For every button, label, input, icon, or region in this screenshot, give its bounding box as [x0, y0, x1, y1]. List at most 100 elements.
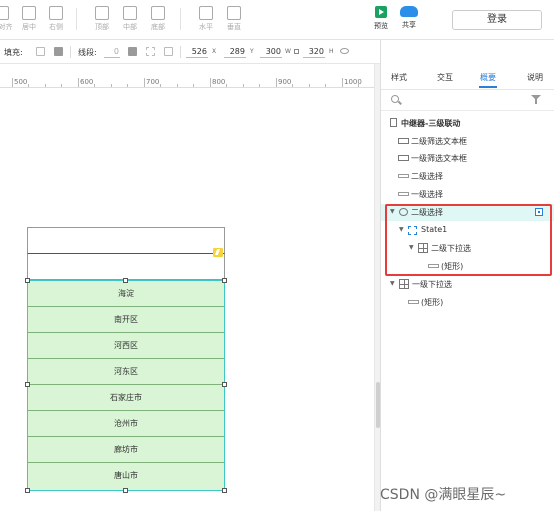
outline-item[interactable]: ▼ 一级下拉选 [381, 276, 554, 293]
dropdown-item[interactable]: 河东区 [28, 359, 224, 385]
align-left-label: 左对齐 [0, 23, 13, 31]
resize-handle[interactable] [222, 382, 227, 387]
resize-handle[interactable] [25, 382, 30, 387]
resize-handle[interactable] [222, 488, 227, 493]
align-right-icon [49, 6, 63, 20]
outline-item[interactable]: 一级选择 [381, 186, 554, 203]
propbar-divider [70, 46, 71, 58]
align-center-button[interactable]: 居中 [17, 6, 41, 32]
dropdown-item[interactable]: 南开区 [28, 307, 224, 333]
align-left-button[interactable]: 左对齐 [0, 6, 14, 32]
outline-item[interactable]: 二级选择 [381, 168, 554, 185]
ruler-tick [78, 78, 79, 87]
lock-ratio-icon[interactable] [294, 49, 299, 54]
ruler-tick [292, 84, 293, 87]
top-toolbar: 左对齐 居中 右侧 顶部 中部 底部 水平 垂直 预览 共享 登录 [0, 0, 554, 40]
width-input[interactable] [260, 45, 282, 58]
align-middle-label: 中部 [123, 23, 137, 31]
active-tab-indicator [479, 86, 497, 88]
share-button[interactable]: 共享 [396, 6, 422, 30]
resize-handle[interactable] [123, 278, 128, 283]
second-level-dropdown[interactable]: 海淀 南开区 河西区 河东区 石家庄市 沧州市 廊坊市 唐山市 [27, 280, 225, 491]
ruler-tick [358, 84, 359, 87]
stroke-label: 线段: [78, 48, 97, 57]
filter-icon[interactable] [531, 95, 541, 104]
outline-item[interactable]: 二级筛选文本框 [381, 133, 554, 150]
dropdown-item[interactable]: 河西区 [28, 333, 224, 359]
stroke-color-swatch[interactable] [128, 47, 137, 56]
align-middle-icon [123, 6, 137, 20]
dropdown-item[interactable]: 廊坊市 [28, 437, 224, 463]
distribute-vertical-button[interactable]: 垂直 [222, 6, 246, 32]
propbar-divider [180, 46, 181, 58]
play-icon [375, 6, 387, 18]
search-icon[interactable] [391, 95, 399, 103]
distribute-horizontal-icon [199, 6, 213, 20]
ruler-tick [226, 84, 227, 87]
stroke-style-picker[interactable] [146, 47, 155, 56]
distribute-horizontal-button[interactable]: 水平 [194, 6, 218, 32]
resize-handle[interactable] [25, 488, 30, 493]
login-button[interactable]: 登录 [452, 10, 542, 30]
eye-icon[interactable] [340, 48, 349, 54]
outline-label: 一级选择 [411, 190, 443, 199]
resize-handle[interactable] [123, 488, 128, 493]
outline-page-row[interactable]: 中继器-三级联动 [381, 115, 554, 132]
share-label: 共享 [402, 21, 416, 29]
outline-item[interactable]: 一级筛选文本框 [381, 150, 554, 167]
ruler-tick [144, 78, 145, 87]
align-center-label: 居中 [22, 23, 36, 31]
distribute-horizontal-label: 水平 [199, 23, 213, 31]
outline-label: 二级选择 [411, 172, 443, 181]
ruler-tick [309, 84, 310, 87]
x-position-input[interactable] [186, 45, 208, 58]
align-top-icon [95, 6, 109, 20]
align-top-button[interactable]: 顶部 [90, 6, 114, 32]
dropdown-item[interactable]: 石家庄市 [28, 385, 224, 411]
align-right-label: 右侧 [49, 23, 63, 31]
x-unit-label: X [212, 48, 217, 55]
tab-notes[interactable]: 说明 [527, 72, 543, 83]
rectangle-icon [408, 300, 419, 304]
tab-interaction[interactable]: 交互 [437, 72, 453, 83]
outline-label: 一级下拉选 [412, 280, 452, 289]
outline-label: (矩形) [421, 298, 444, 307]
align-bottom-icon [151, 6, 165, 20]
height-input[interactable] [303, 45, 325, 58]
fill-gradient-swatch[interactable] [54, 47, 63, 56]
expand-caret-icon[interactable]: ▼ [390, 280, 395, 287]
ruler-tick [94, 84, 95, 87]
right-panel-tabs: 样式 交互 概要 说明 [381, 64, 554, 90]
ruler-tick [127, 84, 128, 87]
outline-label: 中继器-三级联动 [401, 119, 461, 128]
resize-handle[interactable] [222, 278, 227, 283]
fill-color-swatch[interactable] [36, 47, 45, 56]
ruler-tick [61, 84, 62, 87]
first-level-filter-textbox[interactable] [27, 227, 225, 254]
tab-style[interactable]: 样式 [391, 72, 407, 83]
outline-search-bar[interactable] [381, 91, 554, 111]
y-position-input[interactable] [224, 45, 246, 58]
ruler-tick [160, 84, 161, 87]
dropdown-item[interactable]: 沧州市 [28, 411, 224, 437]
watermark: CSDN @满眼星辰~ [380, 487, 507, 503]
ruler-tick [177, 84, 178, 87]
dropdown-item[interactable]: 海淀 [28, 281, 224, 307]
cloud-icon [400, 6, 418, 17]
tab-outline[interactable]: 概要 [480, 72, 496, 83]
stroke-visibility-toggle[interactable] [164, 47, 173, 56]
ruler-tick [45, 84, 46, 87]
dropdown-item[interactable]: 唐山市 [28, 463, 224, 490]
preview-button[interactable]: 预览 [368, 6, 394, 31]
align-right-button[interactable]: 右侧 [44, 6, 68, 32]
stroke-width-input[interactable] [104, 45, 120, 58]
interaction-lightning-icon[interactable] [213, 248, 223, 257]
highlight-annotation-box [385, 204, 552, 276]
resize-handle[interactable] [25, 278, 30, 283]
horizontal-ruler: 500 600 700 800 900 1000 [0, 78, 374, 88]
h-unit-label: H [329, 48, 334, 55]
align-middle-button[interactable]: 中部 [118, 6, 142, 32]
second-level-filter-textbox[interactable] [27, 253, 225, 280]
outline-item[interactable]: (矩形) [381, 294, 554, 311]
align-bottom-button[interactable]: 底部 [146, 6, 170, 32]
